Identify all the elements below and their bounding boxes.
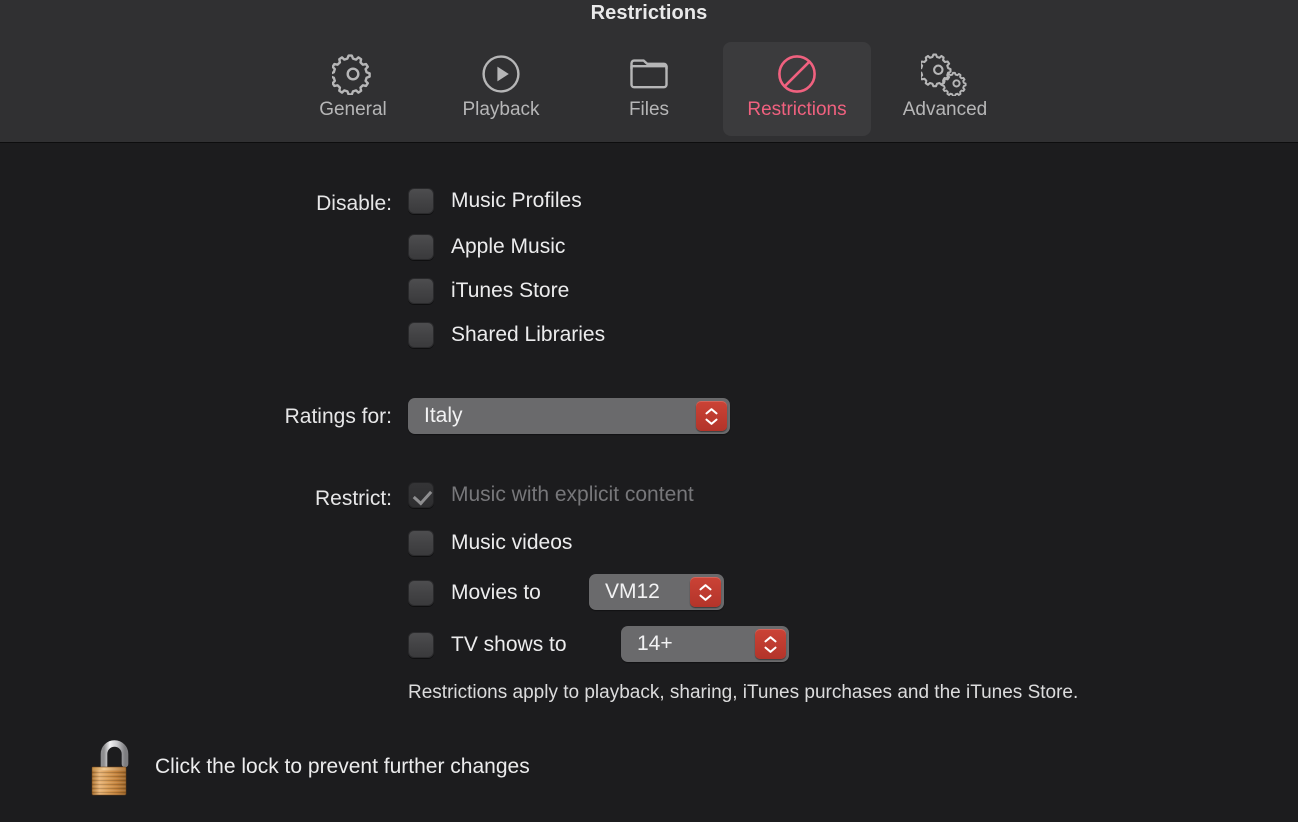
- checkbox-row-explicit-content: Music with explicit content: [408, 482, 694, 508]
- checkbox-apple-music-label: Apple Music: [451, 235, 566, 258]
- checkbox-movies-label: Movies to: [451, 581, 541, 604]
- tv-shows-rating-stepper[interactable]: [755, 629, 786, 659]
- play-circle-icon: [480, 52, 522, 96]
- ratings-for-label: Ratings for:: [284, 405, 392, 428]
- folder-icon: [627, 52, 671, 96]
- checkbox-tv-shows-label: TV shows to: [451, 633, 567, 656]
- double-gear-icon: [921, 52, 969, 96]
- disable-section-label: Disable:: [316, 192, 392, 215]
- checkbox-music-videos[interactable]: [408, 530, 434, 556]
- checkbox-movies[interactable]: [408, 580, 434, 606]
- checkbox-row-music-profiles[interactable]: Music Profiles: [408, 188, 582, 214]
- unlocked-padlock-icon[interactable]: [84, 736, 140, 798]
- chevron-down-icon: [705, 418, 718, 425]
- restrictions-pane: Disable: Music Profiles Apple Music iTun…: [0, 144, 1298, 822]
- gear-icon: [332, 52, 374, 96]
- restrict-section-label: Restrict:: [314, 487, 392, 510]
- checkbox-shared-libraries[interactable]: [408, 322, 434, 348]
- tab-restrictions[interactable]: Restrictions: [723, 42, 871, 136]
- ratings-country-dropdown[interactable]: Italy: [408, 398, 730, 434]
- checkbox-explicit-content: [408, 482, 434, 508]
- checkbox-music-profiles[interactable]: [408, 188, 434, 214]
- chevron-up-icon: [699, 583, 712, 590]
- movies-rating-value: VM12: [605, 580, 660, 603]
- tab-general-label: General: [319, 99, 387, 120]
- tab-playback-label: Playback: [462, 99, 540, 120]
- chevron-up-icon: [764, 635, 777, 642]
- checkbox-itunes-store-label: iTunes Store: [451, 279, 570, 302]
- checkbox-itunes-store[interactable]: [408, 278, 434, 304]
- checkbox-row-tv-shows[interactable]: TV shows to: [408, 632, 567, 658]
- lock-label: Click the lock to prevent further change…: [155, 755, 530, 778]
- checkbox-row-movies[interactable]: Movies to: [408, 580, 541, 606]
- preferences-toolbar-bar: Restrictions General Playback Files Rest…: [0, 0, 1298, 143]
- lock-control[interactable]: Click the lock to prevent further change…: [84, 736, 530, 798]
- preferences-tab-bar: General Playback Files Restrictions Adva…: [0, 42, 1298, 136]
- tab-restrictions-label: Restrictions: [747, 99, 847, 120]
- no-entry-icon: [775, 52, 819, 96]
- window-title: Restrictions: [590, 2, 708, 24]
- tab-files[interactable]: Files: [575, 42, 723, 136]
- checkbox-apple-music[interactable]: [408, 234, 434, 260]
- checkbox-shared-libraries-label: Shared Libraries: [451, 323, 606, 346]
- restrictions-footnote: Restrictions apply to playback, sharing,…: [408, 682, 1079, 703]
- checkbox-row-music-videos[interactable]: Music videos: [408, 530, 572, 556]
- ratings-country-value: Italy: [424, 404, 463, 427]
- tab-files-label: Files: [628, 99, 670, 120]
- movies-rating-dropdown[interactable]: VM12: [589, 574, 724, 610]
- tab-advanced-label: Advanced: [902, 99, 988, 120]
- tab-advanced[interactable]: Advanced: [871, 42, 1019, 136]
- checkbox-row-itunes-store[interactable]: iTunes Store: [408, 278, 569, 304]
- chevron-up-icon: [705, 407, 718, 414]
- checkbox-row-shared-libraries[interactable]: Shared Libraries: [408, 322, 605, 348]
- checkbox-explicit-content-label: Music with explicit content: [451, 483, 694, 506]
- tv-shows-rating-value: 14+: [637, 632, 673, 655]
- checkbox-music-profiles-label: Music Profiles: [451, 189, 582, 212]
- chevron-down-icon: [764, 646, 777, 653]
- tab-general[interactable]: General: [279, 42, 427, 136]
- tv-shows-rating-dropdown[interactable]: 14+: [621, 626, 789, 662]
- checkbox-music-videos-label: Music videos: [451, 531, 573, 554]
- movies-rating-stepper[interactable]: [690, 577, 721, 607]
- ratings-country-stepper[interactable]: [696, 401, 727, 431]
- chevron-down-icon: [699, 594, 712, 601]
- checkbox-row-apple-music[interactable]: Apple Music: [408, 234, 565, 260]
- tab-playback[interactable]: Playback: [427, 42, 575, 136]
- checkbox-tv-shows[interactable]: [408, 632, 434, 658]
